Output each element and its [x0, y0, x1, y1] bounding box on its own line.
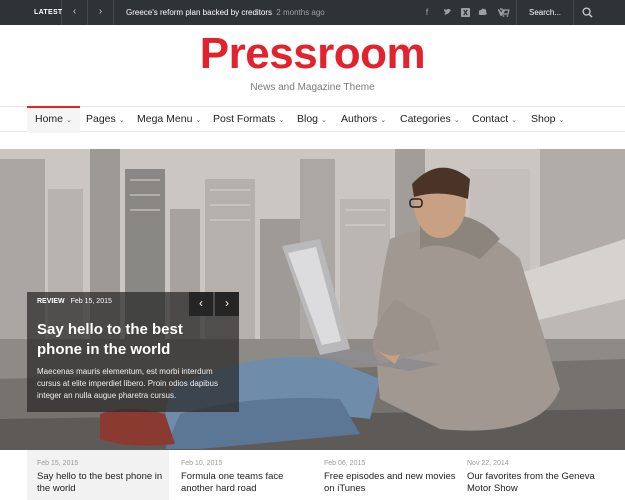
- slide-category[interactable]: REVIEW: [37, 298, 65, 305]
- chevron-down-icon: ⌄: [558, 117, 565, 124]
- nav-item-mega-menu[interactable]: Mega Menu ⌄: [129, 107, 209, 132]
- post-item[interactable]: Feb 10, 2015 Formula one teams face anot…: [171, 450, 313, 500]
- chevron-left-icon: ‹: [72, 6, 77, 17]
- post-item[interactable]: Feb 06, 2015 Free episodes and new movie…: [314, 450, 456, 500]
- chevron-left-icon: ‹: [199, 296, 203, 310]
- xing-icon[interactable]: [456, 0, 474, 25]
- post-date: Feb 06, 2015: [324, 460, 366, 467]
- nav-label: Mega Menu: [137, 113, 193, 125]
- post-date: Nov 22, 2014: [467, 460, 509, 467]
- flickr-icon[interactable]: [474, 0, 492, 25]
- twitter-icon[interactable]: [438, 0, 456, 25]
- nav-item-blog[interactable]: Blog ⌄: [289, 107, 335, 132]
- chevron-down-icon: ⌄: [453, 117, 460, 124]
- nav-label: Home: [35, 113, 64, 125]
- nav-label: Pages: [86, 113, 116, 125]
- facebook-icon[interactable]: f: [418, 0, 436, 25]
- post-title[interactable]: Free episodes and new movies on iTunes: [324, 471, 456, 495]
- chevron-down-icon: ⌄: [66, 117, 72, 124]
- post-date: Feb 15, 2015: [37, 460, 79, 467]
- nav-label: Categories: [400, 113, 451, 125]
- nav-label: Authors: [341, 113, 378, 125]
- post-date: Feb 10, 2015: [181, 460, 223, 467]
- nav-item-pages[interactable]: Pages ⌄: [78, 107, 133, 132]
- chevron-down-icon: ⌄: [511, 117, 518, 124]
- nav-label: Post Formats: [213, 113, 276, 125]
- search-input[interactable]: Search...: [516, 0, 573, 25]
- top-bar: LATEST ‹ › Greece's reform plan backed b…: [0, 0, 625, 25]
- chevron-right-icon: ›: [225, 296, 229, 310]
- slide-meta: REVIEW Feb 15, 2015: [37, 298, 112, 305]
- nav-label: Blog: [297, 113, 319, 125]
- nav-label: Shop: [531, 113, 556, 125]
- nav-item-categories[interactable]: Categories ⌄: [392, 107, 468, 132]
- nav-item-shop[interactable]: Shop ⌄: [523, 107, 572, 132]
- slide-date: Feb 15, 2015: [70, 298, 112, 305]
- chevron-down-icon: ⌄: [118, 117, 125, 124]
- search-icon: [582, 7, 593, 18]
- main-nav: Home ⌄ Pages ⌄ Mega Menu ⌄ Post Formats ⌄ Bl…: [0, 106, 625, 133]
- site-tagline: News and Magazine Theme: [250, 82, 375, 93]
- nav-item-home[interactable]: Home ⌄: [27, 106, 80, 133]
- post-title[interactable]: Our favorites from the Geneva Motor Show: [467, 471, 599, 495]
- slide-next-button[interactable]: ›: [215, 292, 239, 316]
- post-title[interactable]: Say hello to the best phone in the world: [37, 471, 169, 495]
- slide-title[interactable]: Say hello to the best phone in the world: [37, 320, 232, 360]
- ticker-title[interactable]: Greece's reform plan backed by creditors: [126, 8, 272, 17]
- slide-description: Maecenas mauris elementum, est morbi int…: [37, 367, 218, 400]
- post-title[interactable]: Formula one teams face another hard road: [181, 471, 313, 495]
- cart-icon[interactable]: [496, 0, 514, 25]
- ticker[interactable]: Greece's reform plan backed by creditors…: [126, 0, 325, 25]
- post-item[interactable]: Feb 15, 2015 Say hello to the best phone…: [27, 450, 169, 500]
- nav-item-post-formats[interactable]: Post Formats ⌄: [205, 107, 292, 132]
- slide-prev-button[interactable]: ‹: [189, 292, 213, 316]
- ticker-next-button[interactable]: ›: [88, 0, 114, 25]
- latest-label: LATEST: [0, 0, 62, 25]
- chevron-down-icon: ⌄: [195, 117, 202, 124]
- chevron-down-icon: ⌄: [321, 117, 327, 124]
- post-item[interactable]: Nov 22, 2014 Our favorites from the Gene…: [457, 450, 599, 500]
- ticker-prev-button[interactable]: ‹: [62, 0, 88, 25]
- search-button[interactable]: [573, 0, 625, 25]
- nav-item-authors[interactable]: Authors ⌄: [333, 107, 394, 132]
- site-logo[interactable]: Pressroom: [0, 29, 625, 79]
- chevron-down-icon: ⌄: [278, 117, 285, 124]
- chevron-down-icon: ⌄: [380, 117, 387, 124]
- chevron-right-icon: ›: [98, 6, 103, 17]
- ticker-time: 2 months ago: [276, 8, 325, 17]
- nav-label: Contact: [472, 113, 509, 125]
- nav-item-contact[interactable]: Contact ⌄: [464, 107, 525, 132]
